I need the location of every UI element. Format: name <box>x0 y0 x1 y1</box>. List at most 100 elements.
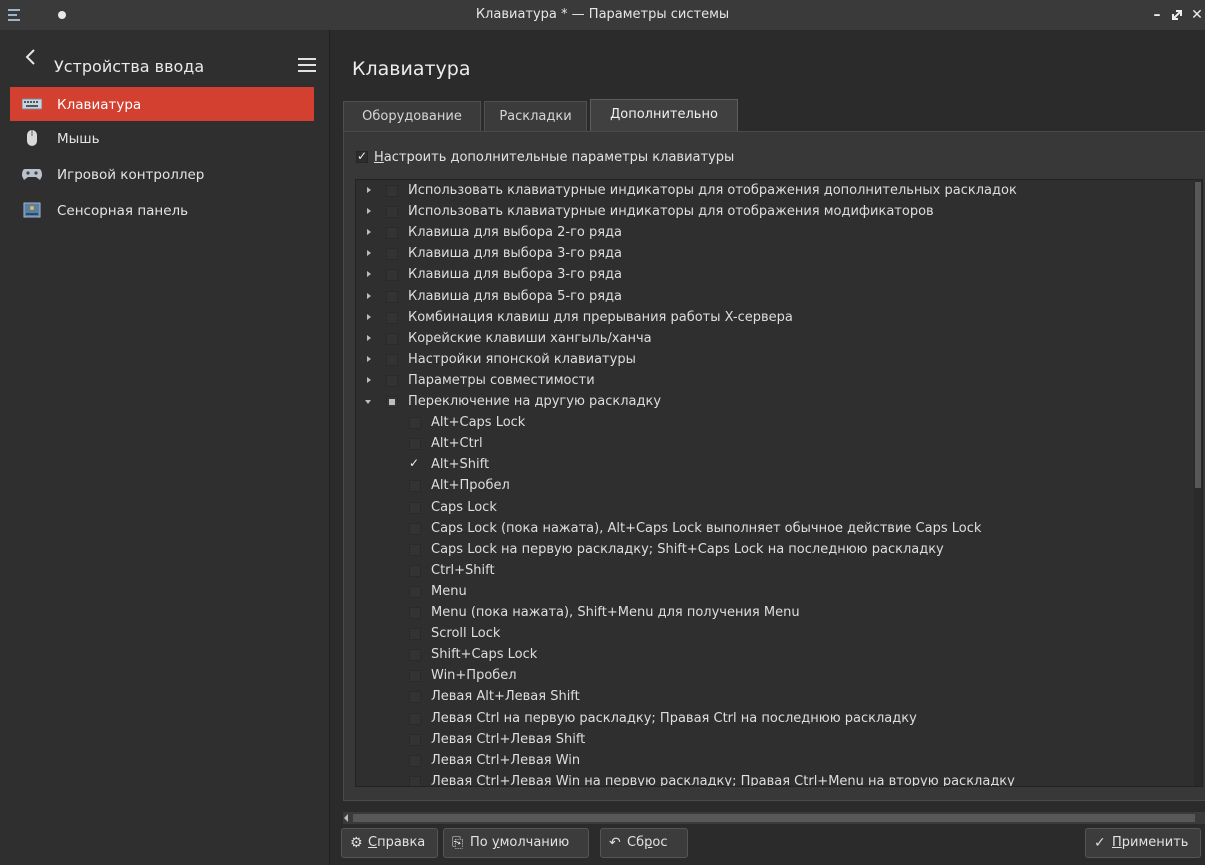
tree-option-checkbox[interactable] <box>409 670 421 683</box>
window-title: Клавиатура * — Параметры системы <box>475 7 730 22</box>
tree-group-checkbox[interactable] <box>386 374 398 387</box>
scrollbar-thumb[interactable] <box>353 814 1195 822</box>
tree-group-checkbox[interactable] <box>386 311 398 324</box>
tree-option-row[interactable]: Левая Ctrl+Левая Win <box>356 751 1202 772</box>
checkmark-icon: ✓ <box>1094 835 1106 851</box>
tree-option-checkbox[interactable] <box>409 456 421 471</box>
tree-option-row[interactable]: Левая Alt+Левая Shift <box>356 687 1202 708</box>
tree-option-row[interactable]: Левая Ctrl+Левая Win на первую раскладку… <box>356 772 1202 786</box>
tree-group-checkbox[interactable] <box>386 269 398 282</box>
tree-option-checkbox[interactable] <box>409 417 421 430</box>
tree-group-checkbox[interactable] <box>386 332 398 345</box>
page-title: Клавиатура <box>352 58 471 80</box>
tree-group-checkbox[interactable] <box>386 248 398 261</box>
gamepad-icon <box>22 166 42 182</box>
configure-advanced-checkbox[interactable] <box>356 149 368 163</box>
help-button[interactable]: ⚙ Справка <box>341 828 438 858</box>
tree-option-row[interactable]: Левая Ctrl+Левая Shift <box>356 730 1202 751</box>
expanded-arrow-icon[interactable] <box>365 400 371 404</box>
tab-advanced[interactable]: Дополнительно <box>590 99 738 132</box>
tree-option-checkbox[interactable] <box>409 733 421 746</box>
tree-option-row[interactable]: Caps Lock (пока нажата), Alt+Caps Lock в… <box>356 519 1202 540</box>
collapsed-arrow-icon[interactable] <box>367 250 371 257</box>
tree-option-checkbox[interactable] <box>409 775 421 786</box>
tree-group-row[interactable]: Использовать клавиатурные индикаторы для… <box>356 202 1202 223</box>
collapsed-arrow-icon[interactable] <box>367 292 371 299</box>
tree-option-checkbox[interactable] <box>409 522 421 535</box>
tree-group-row[interactable]: Параметры совместимости <box>356 371 1202 392</box>
tree-option-checkbox[interactable] <box>409 438 421 451</box>
tree-group-checkbox[interactable] <box>386 185 398 197</box>
undo-icon: ↶ <box>609 835 621 851</box>
tree-group-row[interactable]: Клавиша для выбора 3-го ряда <box>356 244 1202 265</box>
tree-option-row[interactable]: Win+Пробел <box>356 666 1202 687</box>
defaults-button[interactable]: ⎘ По умолчанию <box>443 828 589 858</box>
tree-option-checkbox[interactable] <box>409 480 421 493</box>
tree-group-row[interactable]: Настройки японской клавиатуры <box>356 350 1202 371</box>
scroll-left-icon[interactable] <box>344 814 348 822</box>
tree-option-row[interactable]: Menu <box>356 582 1202 603</box>
tree-option-checkbox[interactable] <box>409 649 421 662</box>
tree-group-checkbox[interactable] <box>386 396 398 408</box>
tree-option-row[interactable]: Shift+Caps Lock <box>356 645 1202 666</box>
horizontal-scrollbar[interactable] <box>343 812 1205 824</box>
collapsed-arrow-icon[interactable] <box>367 334 371 341</box>
tree-group-row[interactable]: Комбинация клавиш для прерывания работы … <box>356 308 1202 329</box>
help-icon: ⚙ <box>350 835 363 851</box>
tree-option-checkbox[interactable] <box>409 607 421 619</box>
tab-hardware[interactable]: Оборудование <box>343 101 481 131</box>
tree-group-row[interactable]: Клавиша для выбора 5-го ряда <box>356 287 1202 308</box>
tree-option-label: Alt+Caps Lock <box>431 415 526 431</box>
tree-option-row[interactable]: Caps Lock <box>356 498 1202 519</box>
minimize-button[interactable]: – <box>1147 5 1167 25</box>
sidebar-item-touchpad[interactable]: Сенсорная панель <box>10 193 314 229</box>
tree-group-row[interactable]: Клавиша для выбора 2-го ряда <box>356 223 1202 244</box>
collapsed-arrow-icon[interactable] <box>367 376 371 383</box>
tree-group-checkbox[interactable] <box>386 353 398 366</box>
tree-option-row[interactable]: Alt+Пробел <box>356 476 1202 497</box>
tree-option-checkbox[interactable] <box>409 754 421 767</box>
tab-layouts[interactable]: Раскладки <box>484 101 587 131</box>
collapsed-arrow-icon[interactable] <box>367 229 371 236</box>
tree-option-row[interactable]: Ctrl+Shift <box>356 561 1202 582</box>
collapsed-arrow-icon[interactable] <box>367 271 371 278</box>
tree-group-checkbox[interactable] <box>386 290 398 303</box>
tree-group-row[interactable]: Клавиша для выбора 3-го ряда <box>356 265 1202 286</box>
maximize-button[interactable] <box>1167 5 1187 25</box>
tree-group-label: Использовать клавиатурные индикаторы для… <box>408 204 934 220</box>
sidebar-item-gamepad[interactable]: Игровой контроллер <box>10 157 314 193</box>
sidebar-item-keyboard[interactable]: Клавиатура <box>10 87 314 121</box>
tree-group-checkbox[interactable] <box>386 227 398 240</box>
tree-option-row[interactable]: Menu (пока нажата), Shift+Menu для получ… <box>356 603 1202 624</box>
reset-button[interactable]: ↶ Сброс <box>600 828 688 858</box>
tree-option-checkbox[interactable] <box>409 628 421 641</box>
collapsed-arrow-icon[interactable] <box>367 313 371 320</box>
collapsed-arrow-icon[interactable] <box>367 355 371 362</box>
back-icon[interactable] <box>24 48 36 66</box>
tree-option-row[interactable]: Scroll Lock <box>356 624 1202 645</box>
tree-option-checkbox[interactable] <box>409 564 421 577</box>
main-content: Клавиатура Оборудование Раскладки Дополн… <box>331 30 1205 865</box>
hamburger-menu-icon[interactable] <box>298 58 316 72</box>
tree-group-row[interactable]: Корейские клавиши хангыль/ханча <box>356 329 1202 350</box>
tree-option-checkbox[interactable] <box>409 712 421 725</box>
tree-group-row[interactable]: Использовать клавиатурные индикаторы для… <box>356 181 1202 202</box>
tree-option-row[interactable]: Alt+Caps Lock <box>356 413 1202 434</box>
close-button[interactable]: ✕ <box>1187 5 1205 25</box>
tree-option-checkbox[interactable] <box>409 501 421 514</box>
tree-option-checkbox[interactable] <box>409 691 421 704</box>
tree-option-row[interactable]: Caps Lock на первую раскладку; Shift+Cap… <box>356 540 1202 561</box>
tree-group-checkbox[interactable] <box>386 206 398 219</box>
tree-option-checkbox[interactable] <box>409 585 421 598</box>
tree-option-checkbox[interactable] <box>409 543 421 556</box>
apply-button[interactable]: ✓ Применить <box>1085 828 1201 858</box>
options-tree[interactable]: Использовать клавиатурные индикаторы для… <box>355 179 1203 787</box>
tree-option-row[interactable]: Alt+Shift <box>356 455 1202 476</box>
tree-group-row[interactable]: Переключение на другую раскладку <box>356 392 1202 413</box>
touchpad-icon <box>22 202 42 218</box>
collapsed-arrow-icon[interactable] <box>367 208 371 215</box>
tree-option-row[interactable]: Левая Ctrl на первую раскладку; Правая C… <box>356 709 1202 730</box>
tree-option-row[interactable]: Alt+Ctrl <box>356 434 1202 455</box>
sidebar-item-mouse[interactable]: Мышь <box>10 121 314 157</box>
collapsed-arrow-icon[interactable] <box>367 187 371 193</box>
